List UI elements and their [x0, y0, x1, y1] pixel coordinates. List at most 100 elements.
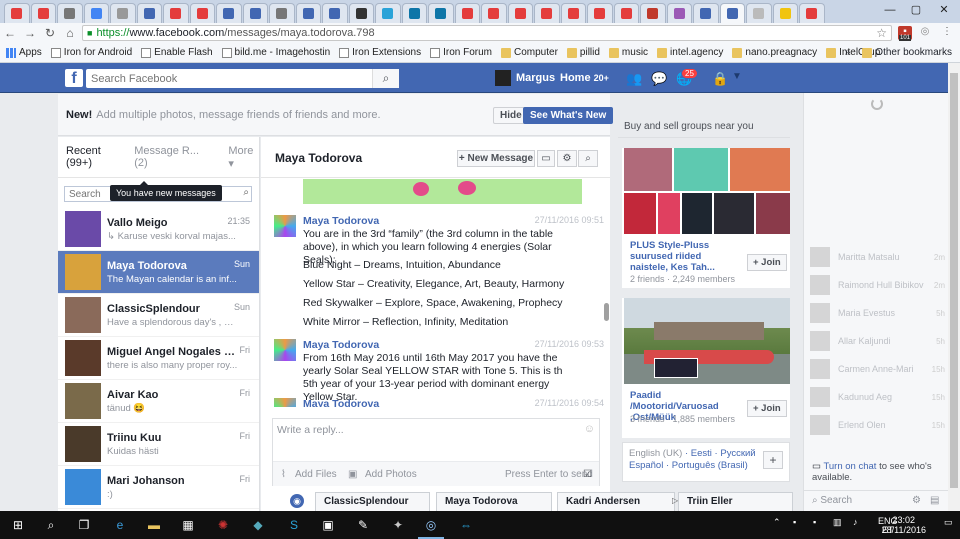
minimize-button[interactable]: — [880, 2, 900, 18]
browser-tab[interactable] [640, 3, 666, 23]
chat-tab[interactable]: Triin Eller [678, 492, 793, 511]
bookmark-item[interactable]: bild.me - Imagehostin [221, 47, 330, 58]
messages-icon[interactable]: 💬 [651, 71, 667, 87]
add-language-button[interactable]: + [763, 451, 783, 469]
skype-icon[interactable]: S [286, 517, 302, 533]
browser-tab[interactable] [746, 3, 772, 23]
enter-to-send-checkbox[interactable]: ☑ [583, 469, 592, 480]
edge-icon[interactable]: e [112, 517, 128, 533]
extension-circle-icon[interactable]: ◎ [918, 26, 932, 40]
address-bar[interactable]: ■ https://www.facebook.com/messages/maya… [82, 25, 892, 41]
iron-browser-icon[interactable]: ◎ [423, 517, 439, 533]
message-sender[interactable]: Maya Todorova [303, 339, 379, 351]
turn-on-chat-link[interactable]: Turn on chat [823, 461, 876, 472]
system-clock[interactable]: 23:02 28/11/2016 [882, 515, 926, 535]
browser-tab[interactable] [507, 3, 533, 23]
thread-row[interactable]: Maya Todorova The Mayan calendar is an in… [58, 251, 259, 294]
chat-contact[interactable]: Erlend Olen 15h [810, 414, 945, 436]
volume-icon[interactable]: ♪ [853, 517, 858, 527]
browser-tab[interactable] [613, 3, 639, 23]
join-group-button[interactable]: + Join [747, 254, 787, 271]
browser-tab[interactable] [799, 3, 825, 23]
add-files-button[interactable]: Add Files [295, 469, 337, 480]
chat-tab[interactable]: ClassicSplendour [315, 492, 430, 511]
action-center-icon[interactable]: ▭ [944, 517, 953, 528]
account-menu-icon[interactable]: ▼ [732, 71, 742, 82]
bookmark-item[interactable]: Iron for Android [50, 47, 132, 58]
close-window-button[interactable]: ✕ [934, 2, 954, 18]
search-icon[interactable]: ⌕ [243, 187, 249, 198]
sender-avatar[interactable] [274, 215, 296, 237]
chat-tab[interactable]: Kadri Andersen [557, 492, 675, 511]
home-link[interactable]: Home 20+ [560, 72, 609, 84]
menu-icon[interactable]: ⋮ [940, 26, 954, 40]
search-icon[interactable]: ⌕ [372, 69, 399, 88]
browser-tab[interactable] [216, 3, 242, 23]
browser-tab[interactable] [666, 3, 692, 23]
browser-tab[interactable] [269, 3, 295, 23]
privacy-shortcuts-icon[interactable]: 🔒 [712, 71, 728, 87]
group-photos[interactable] [624, 298, 790, 384]
bookmark-item[interactable]: intel.agency [657, 47, 723, 58]
group-photos[interactable] [624, 148, 790, 234]
profile-link[interactable]: Margus [495, 70, 555, 86]
store-icon[interactable]: ▦ [180, 517, 196, 533]
app-icon[interactable]: ✺ [215, 517, 231, 533]
bookmark-star-icon[interactable]: ☆ [876, 26, 887, 40]
thread-row[interactable]: Triinu Kuu Kuidas hästi Fri [58, 423, 259, 466]
browser-tab[interactable] [454, 3, 480, 23]
paint-icon[interactable]: ✎ [355, 517, 371, 533]
paperclip-icon[interactable]: ⌇ [281, 469, 286, 480]
browser-tab[interactable] [481, 3, 507, 23]
browser-tab[interactable] [30, 3, 56, 23]
browser-tab[interactable] [242, 3, 268, 23]
bookmark-item[interactable]: nano.preagnacy [732, 47, 817, 58]
other-bookmarks[interactable]: » Other bookmarks [845, 47, 952, 58]
browser-tab[interactable] [322, 3, 348, 23]
file-explorer-icon[interactable]: ▬ [146, 517, 162, 533]
language-link[interactable]: English (UK) [629, 448, 682, 459]
language-link[interactable]: Português (Brasil) [672, 460, 748, 471]
language-link[interactable]: Español [629, 460, 663, 471]
chat-contact[interactable]: Allar Kaljundi 5h [810, 330, 945, 352]
reload-icon[interactable]: ↻ [40, 26, 60, 40]
bookmark-item[interactable]: Iron Forum [430, 47, 492, 58]
browser-tab[interactable] [560, 3, 586, 23]
bookmark-item[interactable]: Computer [501, 47, 558, 58]
task-view-icon[interactable]: ❐ [76, 517, 92, 533]
windows-start-icon[interactable]: ⊞ [10, 517, 26, 533]
browser-tab[interactable] [110, 3, 136, 23]
video-call-icon[interactable]: ▭ [537, 150, 555, 167]
chat-contact[interactable]: Maritta Matsalu 2m [810, 246, 945, 268]
message-sender[interactable]: Maya Todorova [303, 398, 379, 407]
join-group-button[interactable]: + Join [747, 400, 787, 417]
add-photos-button[interactable]: Add Photos [365, 469, 417, 480]
home-icon[interactable]: ⌂ [60, 26, 80, 40]
compose-icon[interactable]: ▤ [930, 495, 939, 506]
browser-tab[interactable] [772, 3, 798, 23]
network-icon[interactable]: ▥ [833, 517, 842, 528]
friend-requests-icon[interactable]: 👥 [626, 71, 642, 87]
tray-up-arrow-icon[interactable]: ⌃ [773, 517, 781, 528]
browser-tab[interactable] [719, 3, 745, 23]
thread-row[interactable]: Mari Johanson:) Fri [58, 466, 259, 509]
bookmark-item[interactable]: pillid [566, 47, 600, 58]
browser-tab[interactable] [4, 3, 30, 23]
language-link[interactable]: Eesti [691, 448, 712, 459]
browser-tab[interactable] [534, 3, 560, 23]
more-dropdown[interactable]: More ▾ [228, 145, 259, 170]
tray-app-icon[interactable]: ▪ [813, 517, 816, 527]
thread-row[interactable]: Aivar Kao tänud 😆 Fri [58, 380, 259, 423]
browser-tab[interactable] [295, 3, 321, 23]
browser-tab[interactable] [587, 3, 613, 23]
browser-tab[interactable] [693, 3, 719, 23]
gear-icon[interactable]: ⚙ [557, 150, 577, 167]
chat-contact[interactable]: Maria Evestus 5h [810, 302, 945, 324]
group-name[interactable]: PLUS Style-Pluss suurused riided naistel… [630, 240, 740, 273]
browser-tab[interactable] [375, 3, 401, 23]
gear-icon[interactable]: ⚙ [912, 495, 921, 506]
camera-icon[interactable]: ▣ [320, 517, 336, 533]
bookmark-item[interactable]: Apps [6, 47, 42, 58]
bookmark-item[interactable]: music [608, 47, 648, 58]
see-whats-new-button[interactable]: See What's New [523, 107, 614, 124]
